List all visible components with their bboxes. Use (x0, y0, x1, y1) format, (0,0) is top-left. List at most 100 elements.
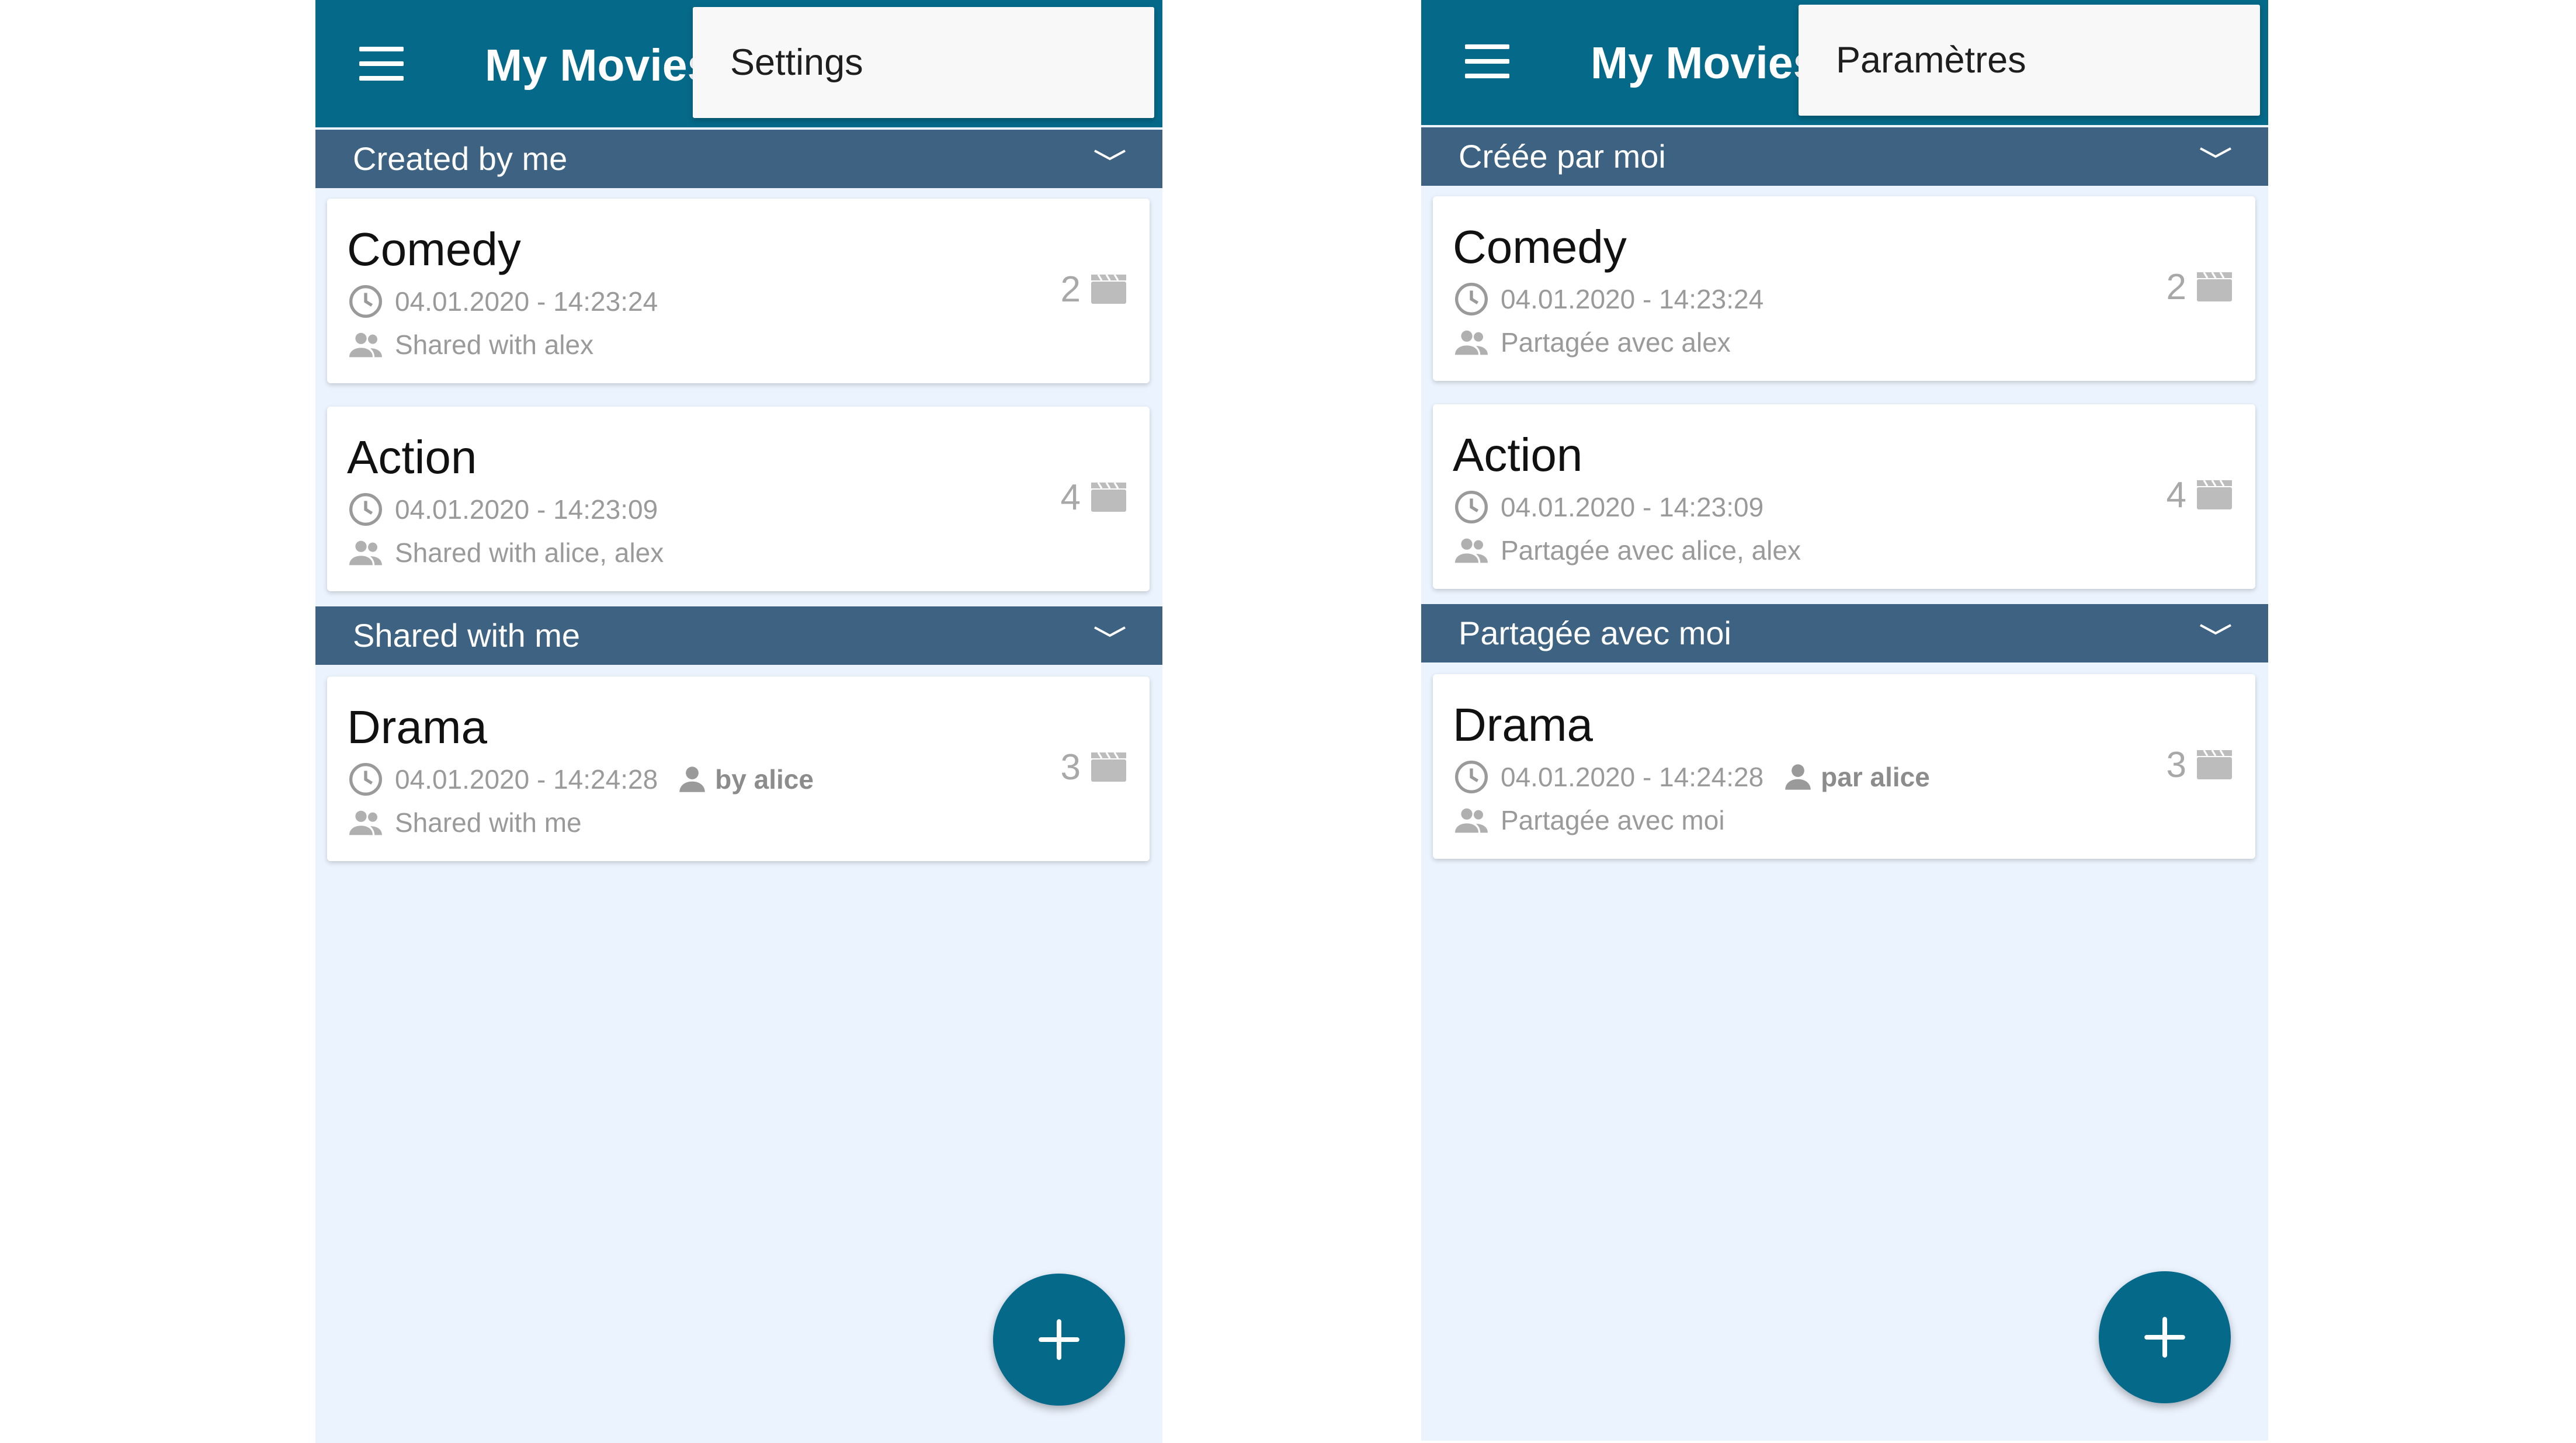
list-share-row: Shared with alice, alex (347, 534, 664, 571)
people-icon (349, 540, 382, 566)
clock-icon (1455, 283, 1488, 315)
section-label: Created by me (353, 140, 568, 177)
list-card[interactable]: Action 04.01.2020 - 14:23:09 Partagée av… (1433, 404, 2255, 589)
list-owner: par alice (1781, 760, 1930, 794)
menu-icon[interactable] (359, 47, 406, 81)
list-shared-with: Shared with alex (395, 329, 594, 360)
list-share-row: Shared with me (347, 804, 582, 841)
section-header-shared[interactable]: Partagée avec moi (1421, 604, 2268, 662)
movie-count: 2 (2167, 266, 2232, 307)
list-shared-with: Partagée avec moi (1501, 805, 1725, 835)
clock-icon (349, 285, 382, 318)
section-label: Shared with me (353, 617, 581, 654)
people-icon (1455, 538, 1488, 563)
list-title: Drama (1453, 699, 1593, 751)
clock-icon (349, 493, 382, 526)
clock-icon (1455, 761, 1488, 793)
app-title: My Movies (485, 40, 701, 91)
list-date: 04.01.2020 - 14:23:09 (395, 494, 658, 525)
phone-screen-french: My Movies Paramètres Créée par moi Comed… (1421, 0, 2268, 1441)
menu-item-settings[interactable]: Paramètres (1799, 5, 2260, 116)
chevron-down-icon (1094, 150, 1126, 161)
section-header-created[interactable]: Created by me (315, 130, 1162, 188)
clapperboard-icon (2197, 750, 2232, 779)
person-icon (679, 766, 705, 792)
person-icon (1785, 764, 1811, 790)
list-card[interactable]: Drama 04.01.2020 - 14:24:28 par alice Pa… (1433, 674, 2255, 859)
list-title: Action (347, 431, 477, 483)
list-date-row: 04.01.2020 - 14:23:09 (347, 491, 658, 528)
chevron-down-icon (2200, 624, 2231, 635)
movie-count-value: 3 (2166, 744, 2186, 785)
list-card[interactable]: Action 04.01.2020 - 14:23:09 Shared with… (327, 407, 1150, 591)
movie-count: 4 (2167, 474, 2232, 515)
list-owner: by alice (675, 762, 814, 796)
overflow-menu: Settings (693, 7, 1154, 118)
list-date-row: 04.01.2020 - 14:24:28 par alice (1453, 758, 1930, 796)
list-date-row: 04.01.2020 - 14:23:24 (1453, 280, 1763, 318)
list-date-row: 04.01.2020 - 14:24:28 by alice (347, 761, 814, 798)
clock-icon (349, 763, 382, 796)
people-icon (1455, 330, 1488, 355)
app-bar: My Movies Paramètres (1421, 0, 2268, 125)
clapperboard-icon (1091, 752, 1126, 782)
movie-count: 4 (1061, 477, 1126, 518)
list-shared-with: Partagée avec alex (1501, 327, 1731, 358)
list-shared-with: Shared with alice, alex (395, 537, 664, 568)
menu-item-settings[interactable]: Settings (693, 7, 1154, 118)
list-date: 04.01.2020 - 14:23:24 (395, 286, 658, 317)
list-date: 04.01.2020 - 14:24:28 (395, 764, 658, 795)
chevron-down-icon (1094, 626, 1126, 637)
movie-count: 3 (1061, 747, 1126, 788)
chevron-down-icon (2200, 147, 2231, 158)
people-icon (349, 332, 382, 358)
list-title: Drama (347, 701, 488, 753)
list-title: Comedy (347, 223, 521, 275)
list-date: 04.01.2020 - 14:24:28 (1501, 762, 1764, 792)
list-card[interactable]: Comedy 04.01.2020 - 14:23:24 Shared with… (327, 199, 1150, 383)
list-share-row: Partagée avec alice, alex (1453, 532, 1801, 569)
overflow-menu: Paramètres (1799, 5, 2260, 116)
movie-count: 3 (2167, 744, 2232, 785)
section-label: Partagée avec moi (1459, 615, 1731, 651)
clapperboard-icon (2197, 272, 2232, 301)
list-share-row: Partagée avec moi (1453, 802, 1725, 839)
movie-count-value: 2 (2166, 266, 2186, 307)
list-date-row: 04.01.2020 - 14:23:09 (1453, 488, 1763, 526)
add-list-button[interactable] (993, 1274, 1125, 1406)
add-list-button[interactable] (2099, 1271, 2231, 1403)
list-share-row: Shared with alex (347, 326, 593, 363)
plus-icon (2144, 1317, 2185, 1358)
list-owner-name: par alice (1821, 762, 1930, 792)
list-date-row: 04.01.2020 - 14:23:24 (347, 283, 658, 320)
app-bar: My Movies Settings (315, 0, 1162, 127)
section-header-shared[interactable]: Shared with me (315, 606, 1162, 665)
clock-icon (1455, 491, 1488, 523)
movie-count-value: 4 (1060, 477, 1081, 518)
list-share-row: Partagée avec alex (1453, 324, 1731, 361)
section-label: Créée par moi (1459, 138, 1666, 175)
list-shared-with: Partagée avec alice, alex (1501, 535, 1801, 566)
list-title: Comedy (1453, 221, 1627, 273)
phone-screen-english: My Movies Settings Created by me Comedy … (315, 0, 1162, 1443)
list-card[interactable]: Comedy 04.01.2020 - 14:23:24 Partagée av… (1433, 196, 2255, 381)
list-title: Action (1453, 429, 1583, 481)
clapperboard-icon (2197, 480, 2232, 509)
plus-icon (1039, 1319, 1079, 1360)
list-owner-name: by alice (715, 764, 814, 795)
list-date: 04.01.2020 - 14:23:09 (1501, 492, 1764, 522)
app-title: My Movies (1591, 38, 1807, 88)
list-card[interactable]: Drama 04.01.2020 - 14:24:28 by alice Sha… (327, 677, 1150, 861)
section-header-created[interactable]: Créée par moi (1421, 127, 2268, 186)
people-icon (349, 810, 382, 835)
people-icon (1455, 808, 1488, 833)
menu-icon[interactable] (1465, 44, 1512, 78)
movie-count-value: 4 (2166, 474, 2186, 515)
movie-count-value: 3 (1060, 747, 1081, 788)
list-shared-with: Shared with me (395, 807, 582, 838)
clapperboard-icon (1091, 483, 1126, 512)
list-date: 04.01.2020 - 14:23:24 (1501, 284, 1764, 314)
movie-count-value: 2 (1060, 269, 1081, 310)
clapperboard-icon (1091, 275, 1126, 304)
movie-count: 2 (1061, 269, 1126, 310)
